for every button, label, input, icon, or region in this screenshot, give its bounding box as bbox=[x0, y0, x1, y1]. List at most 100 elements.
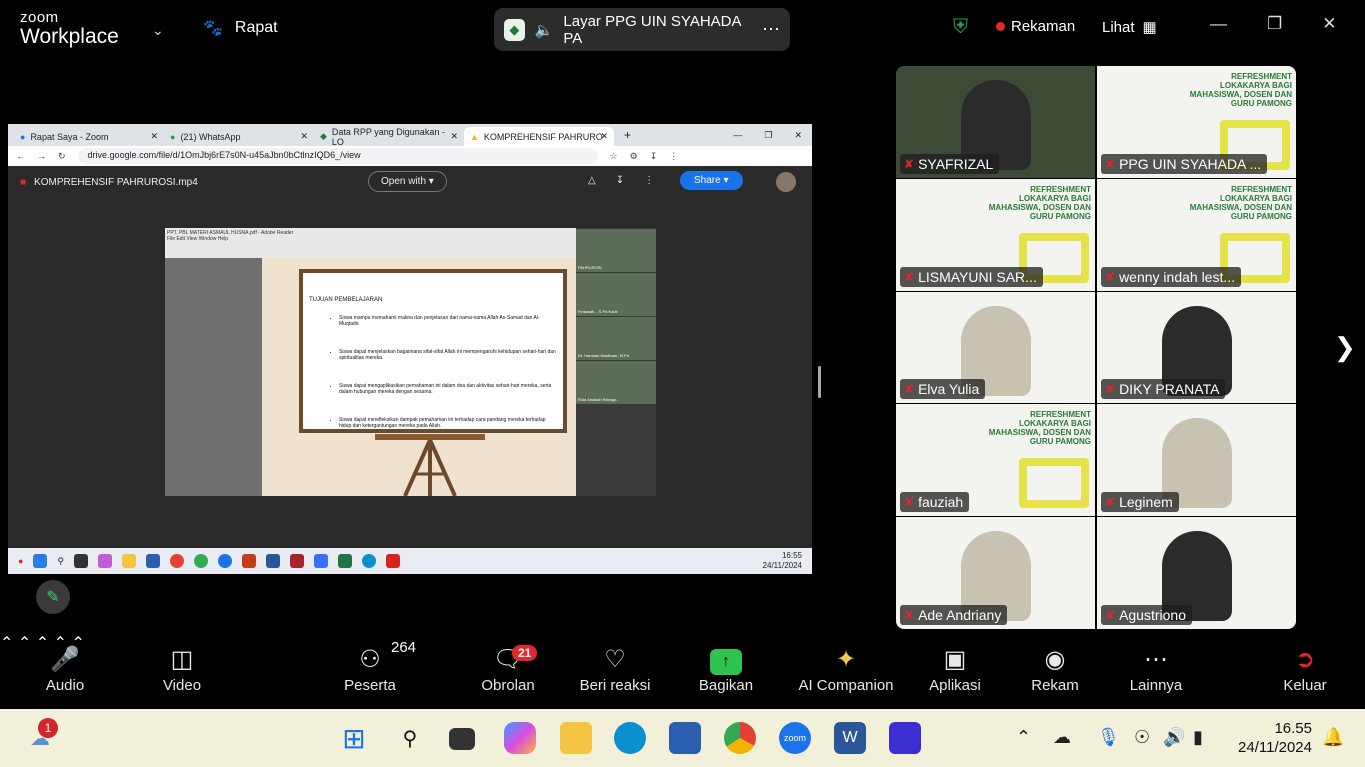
meeting-info-button[interactable]: 🐾 Rapat bbox=[203, 18, 278, 38]
search-icon[interactable]: ⚲ bbox=[394, 722, 426, 754]
mic-muted-icon: ✘ bbox=[904, 156, 915, 171]
volume-icon[interactable]: 🔊 bbox=[1163, 727, 1185, 748]
battery-icon[interactable]: ▮ bbox=[1193, 727, 1203, 748]
tab-close-icon[interactable]: ✕ bbox=[150, 131, 158, 142]
word-icon[interactable] bbox=[266, 554, 281, 568]
chrome-icon[interactable] bbox=[170, 554, 185, 568]
participant-tile[interactable]: REFRESHMENT LOKAKARYA BAGI MAHASISWA, DOSE… bbox=[896, 404, 1095, 517]
chrome-icon[interactable] bbox=[724, 722, 756, 754]
microphone-icon[interactable]: 🎙 bbox=[1097, 727, 1120, 748]
video-button[interactable]: ◫ Video bbox=[127, 645, 237, 694]
restore-icon[interactable]: ❐ bbox=[764, 130, 772, 141]
copilot-icon[interactable] bbox=[504, 722, 536, 754]
participant-tile[interactable]: REFRESHMENT LOKAKARYA BAGI MAHASISWA, DOSE… bbox=[1097, 178, 1296, 291]
ai-companion-button[interactable]: ✦ AI Companion bbox=[791, 645, 901, 694]
chrome-icon[interactable] bbox=[194, 554, 209, 568]
avatar[interactable] bbox=[776, 172, 796, 192]
browser-tab[interactable]: ● Rapat Saya - Zoom ✕ bbox=[14, 127, 164, 146]
participant-tile[interactable]: ✘ Ade Andriany bbox=[896, 517, 1095, 629]
reload-icon[interactable]: ↻ bbox=[58, 151, 66, 162]
open-with-button[interactable]: Open with ▾ bbox=[368, 171, 447, 192]
view-button[interactable]: Lihat ▦ bbox=[1102, 18, 1157, 37]
share-screen-button[interactable]: ↑ Bagikan bbox=[671, 645, 781, 694]
store-icon[interactable] bbox=[669, 722, 701, 754]
copilot-icon[interactable] bbox=[98, 554, 113, 568]
back-icon[interactable]: ← bbox=[16, 151, 25, 161]
word-icon[interactable]: W bbox=[834, 722, 866, 754]
store-icon[interactable] bbox=[146, 554, 161, 568]
forward-icon[interactable]: → bbox=[37, 151, 46, 161]
system-clock[interactable]: 16.55 24/11/2024 bbox=[1228, 719, 1312, 757]
search-icon[interactable]: ⚲ bbox=[57, 556, 64, 567]
record-button[interactable]: ◉ Rekam bbox=[1000, 645, 1110, 694]
app-icon[interactable] bbox=[290, 554, 305, 568]
restore-icon[interactable]: ❐ bbox=[1267, 14, 1282, 34]
screen-share-indicator[interactable]: ◆ 🔈 Layar PPG UIN SYAHADA PA ⋯ bbox=[494, 8, 790, 51]
edge-icon[interactable] bbox=[614, 722, 646, 754]
cloud-offline-icon[interactable]: ☁ bbox=[1053, 727, 1071, 748]
task-view-icon[interactable] bbox=[449, 728, 475, 750]
participant-tile[interactable]: REFRESHMENT LOKAKARYA BAGI MAHASISWA, DOSE… bbox=[896, 178, 1095, 291]
tab-close-icon[interactable]: ✕ bbox=[600, 131, 608, 142]
security-shield-icon[interactable]: ⛨ bbox=[953, 16, 968, 39]
browser-tab[interactable]: ● (21) WhatsApp ✕ bbox=[164, 127, 314, 146]
participant-tile[interactable]: REFRESHMENT LOKAKARYA BAGI MAHASISWA, DOSE… bbox=[1097, 66, 1296, 178]
participant-tile[interactable]: ✘ Leginem bbox=[1097, 404, 1296, 517]
close-icon[interactable]: ✕ bbox=[1322, 14, 1336, 34]
show-hidden-icons-chevron-icon[interactable]: ⌃ bbox=[1016, 727, 1031, 748]
chat-button[interactable]: 🗨 Obrolan bbox=[453, 645, 563, 694]
powerpoint-icon[interactable] bbox=[242, 554, 257, 568]
add-shortcut-icon[interactable]: △ bbox=[588, 175, 596, 186]
recording-indicator[interactable]: Rekaman bbox=[996, 18, 1075, 35]
chevron-down-icon[interactable]: ⌄ bbox=[152, 22, 164, 39]
zoom-icon[interactable]: zoom bbox=[779, 722, 811, 754]
menu-icon[interactable]: ⋮ bbox=[669, 151, 678, 162]
participant-tile[interactable]: ✘ Agustriono bbox=[1097, 517, 1296, 629]
more-icon[interactable]: ⋮ bbox=[644, 175, 654, 186]
panel-resize-handle[interactable] bbox=[818, 366, 821, 398]
participant-tile[interactable]: ✘ DIKY PRANATA bbox=[1097, 291, 1296, 404]
next-page-chevron-icon[interactable]: ❯ bbox=[1334, 332, 1356, 363]
excel-icon[interactable] bbox=[338, 554, 353, 568]
extensions-icon[interactable]: ⚙ bbox=[630, 151, 638, 162]
more-options-icon[interactable]: ⋯ bbox=[762, 19, 780, 40]
tab-close-icon[interactable]: ✕ bbox=[450, 131, 458, 142]
minimize-icon[interactable]: — bbox=[733, 130, 742, 141]
participant-tile[interactable]: ✘ Elva Yulia bbox=[896, 291, 1095, 404]
wifi-icon[interactable]: ☉ bbox=[1134, 727, 1150, 748]
windows-start-icon[interactable] bbox=[33, 554, 48, 568]
more-button[interactable]: ⋯ Lainnya bbox=[1101, 645, 1211, 694]
leave-button[interactable]: ➲ Keluar bbox=[1250, 645, 1360, 694]
share-button[interactable]: Share ▾ bbox=[680, 171, 743, 190]
minimize-icon[interactable]: — bbox=[1210, 14, 1227, 34]
reactions-button[interactable]: ♡ Beri reaksi bbox=[560, 645, 670, 694]
file-explorer-icon[interactable] bbox=[560, 722, 592, 754]
browser-tab[interactable]: ◆ Data RPP yang Digunakan - LO ✕ bbox=[314, 127, 464, 147]
app-icon[interactable] bbox=[314, 554, 329, 568]
sparkle-icon: ✦ bbox=[835, 646, 857, 673]
participant-tile[interactable]: ✘ SYAFRIZAL bbox=[896, 66, 1095, 178]
edge-icon[interactable] bbox=[362, 554, 377, 568]
windows-start-icon[interactable]: ⊞ bbox=[338, 722, 370, 754]
browser-tab-active[interactable]: ▲ KOMPREHENSIF PAHRURO ✕ bbox=[464, 127, 614, 146]
save-disk-icon[interactable] bbox=[889, 722, 921, 754]
mic-muted-icon: ✘ bbox=[904, 607, 915, 622]
file-explorer-icon[interactable] bbox=[122, 554, 137, 568]
download-icon[interactable]: ↧ bbox=[650, 151, 658, 162]
task-view-icon[interactable] bbox=[74, 554, 89, 568]
apps-button[interactable]: ▣ Aplikasi bbox=[900, 645, 1010, 694]
bookmark-star-icon[interactable]: ☆ bbox=[610, 151, 618, 162]
speaker-icon[interactable]: 🔈 bbox=[535, 21, 554, 39]
close-icon[interactable]: ✕ bbox=[794, 130, 802, 141]
audio-button[interactable]: 🎤 Audio bbox=[10, 645, 120, 694]
url-field[interactable]: drive.google.com/file/d/1OmJbj6rE7s0N-u4… bbox=[77, 148, 598, 164]
zoom-icon[interactable] bbox=[218, 554, 233, 568]
new-tab-icon[interactable]: + bbox=[624, 128, 631, 142]
presentation-video[interactable]: PPT. PBL MATERI ASMAUL HUSNA.pdf - Adobe… bbox=[165, 228, 656, 496]
notification-bell-icon[interactable]: 🔔 bbox=[1322, 727, 1344, 748]
acrobat-icon[interactable] bbox=[386, 554, 401, 568]
share-label: Share bbox=[694, 175, 721, 186]
download-icon[interactable]: ↧ bbox=[616, 175, 624, 186]
tab-close-icon[interactable]: ✕ bbox=[300, 131, 308, 142]
annotate-pen-icon[interactable]: ✎ bbox=[36, 580, 70, 614]
